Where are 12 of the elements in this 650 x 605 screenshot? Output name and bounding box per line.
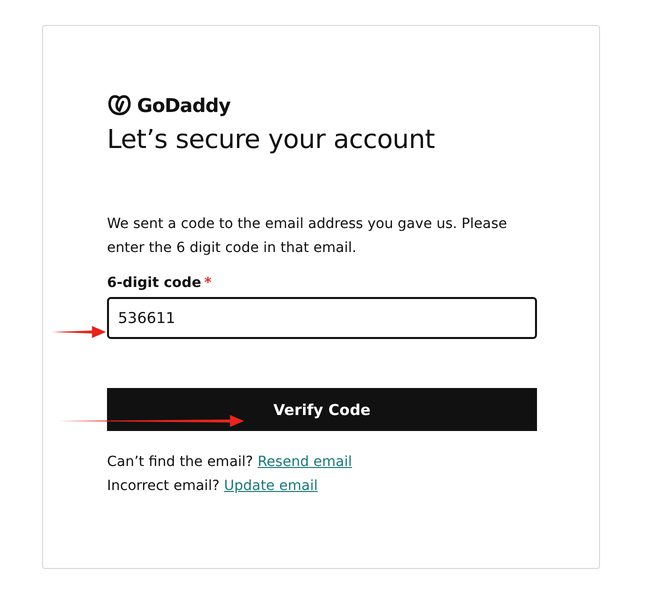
code-input-field[interactable]: 536611 bbox=[107, 297, 537, 339]
instruction-text: We sent a code to the email address you gave us. Please enter the 6 digit code in that email. bbox=[107, 215, 508, 258]
help-link[interactable]: Resend email bbox=[258, 454, 352, 470]
page-title: Let’s secure your account bbox=[107, 125, 436, 155]
logo-text: GoDaddy bbox=[137, 94, 230, 116]
required-mark: * bbox=[204, 275, 212, 291]
help-text: Incorrect email? bbox=[107, 478, 220, 494]
logo-icon bbox=[107, 94, 132, 117]
verify-code-button[interactable]: Verify Code bbox=[107, 388, 537, 431]
help-text: Can’t find the email? bbox=[107, 454, 254, 470]
help-link[interactable]: Update email bbox=[224, 478, 318, 494]
field-label: 6-digit code bbox=[107, 275, 202, 291]
